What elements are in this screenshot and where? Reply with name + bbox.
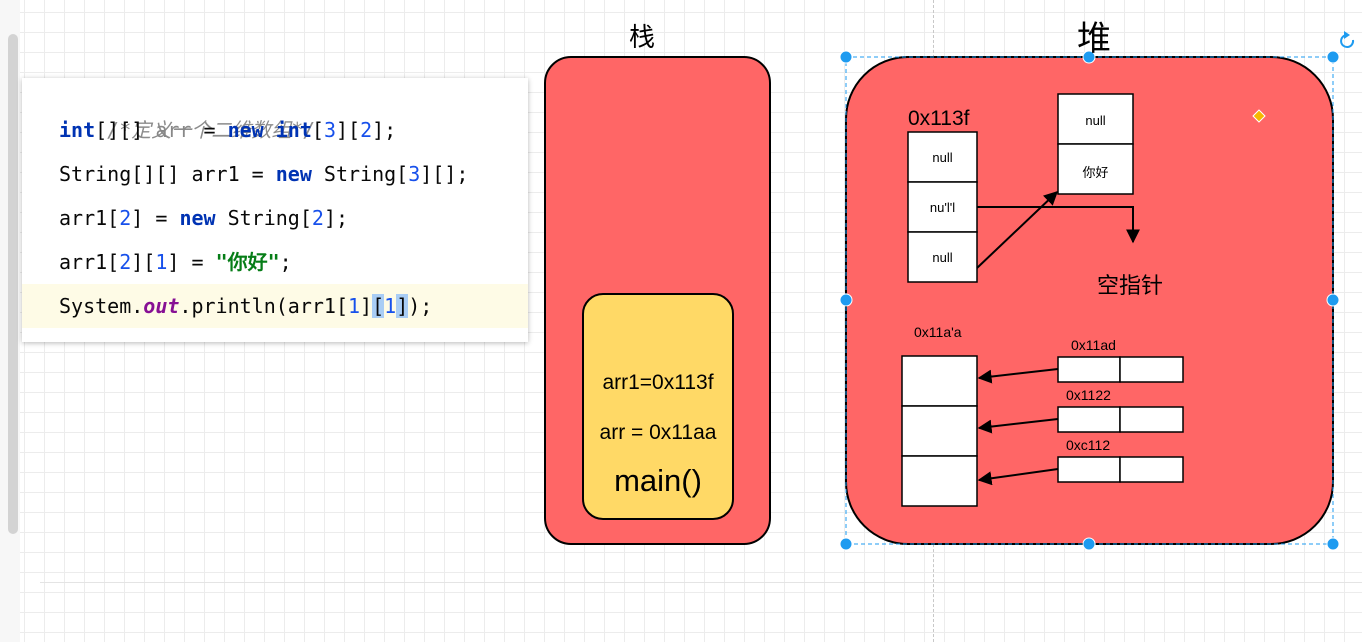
subarray-cell[interactable]	[1057, 406, 1121, 433]
array-cell-value: null	[932, 150, 953, 165]
array-cell[interactable]	[901, 355, 978, 407]
resize-handle[interactable]	[1326, 537, 1340, 551]
subarray-cell[interactable]	[1057, 456, 1121, 483]
subarray-address: 0x11ad	[1071, 337, 1116, 353]
array-cell[interactable]	[901, 405, 978, 457]
resize-handle[interactable]	[839, 537, 853, 551]
stack-frame-var-arr: arr = 0x11aa	[599, 421, 717, 444]
subarray-address: 0xc112	[1066, 437, 1111, 453]
array-cell-value: 你好	[1082, 165, 1109, 180]
resize-handle[interactable]	[839, 50, 853, 64]
resize-handle[interactable]	[1326, 293, 1340, 307]
subarray-cell[interactable]	[1119, 356, 1184, 383]
null-pointer-label: 空指针	[1097, 273, 1164, 298]
array-cell-value: null	[1085, 113, 1106, 128]
subarray-cell[interactable]	[1057, 356, 1121, 383]
stack-frame-var-arr1: arr1=0x113f	[602, 371, 714, 394]
resize-handle[interactable]	[1326, 50, 1340, 64]
subarray-cell[interactable]	[1119, 456, 1184, 483]
rotate-handle-icon[interactable]	[1340, 31, 1355, 48]
stack-title: 栈	[629, 22, 656, 52]
subarray-address: 0x1122	[1066, 387, 1111, 403]
array-cell-value: nu'l'l	[929, 200, 956, 215]
subarray-cell[interactable]	[1119, 406, 1184, 433]
array-cell-value: null	[932, 250, 953, 265]
array-address: 0x113f	[908, 107, 970, 130]
resize-handle[interactable]	[1082, 537, 1096, 551]
heap-title: 堆	[1077, 20, 1111, 58]
stack-frame-method-name: main()	[614, 463, 702, 498]
resize-handle[interactable]	[839, 293, 853, 307]
diagram-canvas	[544, 31, 1355, 551]
array-address: 0x11a'a	[914, 324, 962, 340]
array-cell[interactable]	[901, 455, 978, 507]
